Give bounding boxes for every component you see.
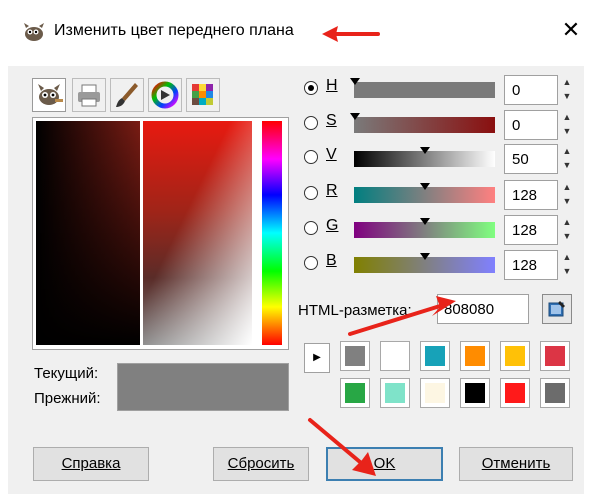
hue-strip[interactable]: [262, 121, 282, 345]
color-wheel-icon: [151, 81, 179, 109]
history-swatch-color: [385, 383, 405, 403]
channel-letter-v: V: [326, 146, 337, 163]
help-button-label: Справка: [61, 455, 121, 472]
history-swatch-color: [345, 383, 365, 403]
annotation-arrow-title: [322, 26, 380, 42]
slider-b[interactable]: [354, 253, 495, 273]
history-swatch-color: [385, 346, 405, 366]
spin-g[interactable]: 128: [504, 215, 558, 245]
help-button[interactable]: Справка: [33, 447, 149, 481]
history-swatch-color: [545, 383, 565, 403]
reset-button-label: Сбросить: [227, 455, 295, 472]
tab-palette[interactable]: [186, 78, 220, 112]
channel-letter-h: H: [326, 77, 338, 94]
tab-cmyk[interactable]: [72, 78, 106, 112]
history-swatch[interactable]: [460, 341, 490, 371]
history-swatch[interactable]: [500, 378, 530, 408]
history-swatch-color: [545, 346, 565, 366]
slider-s[interactable]: [350, 113, 495, 133]
history-swatch[interactable]: [500, 341, 530, 371]
spin-arrows-icon[interactable]: ▲ ▼: [560, 215, 574, 245]
tab-watercolor[interactable]: [110, 78, 144, 112]
history-swatch-color: [505, 383, 525, 403]
spin-arrows-icon[interactable]: ▲ ▼: [560, 250, 574, 280]
channel-letter-b: B: [326, 252, 337, 269]
spin-arrows-icon[interactable]: ▲ ▼: [560, 180, 574, 210]
slider-v[interactable]: [354, 147, 495, 167]
history-swatch[interactable]: [380, 378, 410, 408]
printer-icon: [78, 84, 100, 107]
channel-letter-g: G: [326, 217, 339, 234]
bottom-margin: [0, 494, 592, 501]
annotation-arrow-ok: [308, 418, 376, 476]
channel-letter-r: R: [326, 182, 338, 199]
history-swatch-color: [425, 346, 445, 366]
eyedropper-icon: [548, 301, 565, 317]
radio-s[interactable]: [304, 116, 318, 130]
history-swatch[interactable]: [540, 341, 570, 371]
slider-g[interactable]: [354, 218, 495, 238]
radio-h[interactable]: [304, 81, 318, 95]
history-swatch-color: [465, 346, 485, 366]
annotation-arrow-html: [348, 296, 456, 336]
gimp-icon: [24, 23, 44, 41]
color-compare-swatch: [117, 363, 289, 411]
history-swatch-color: [425, 383, 445, 403]
slider-knob[interactable]: [420, 147, 430, 154]
history-swatch[interactable]: [380, 341, 410, 371]
current-label: Текущий:: [34, 365, 99, 382]
slider-knob[interactable]: [420, 253, 430, 260]
slider-knob[interactable]: [420, 218, 430, 225]
window-title: Изменить цвет переднего плана: [54, 22, 294, 39]
history-swatch-color: [345, 346, 365, 366]
spin-r[interactable]: 128: [504, 180, 558, 210]
reset-button[interactable]: Сбросить: [213, 447, 309, 481]
cancel-button-label: Отменить: [481, 455, 551, 472]
slider-knob[interactable]: [350, 78, 360, 85]
history-swatch-color: [465, 383, 485, 403]
history-swatch[interactable]: [420, 341, 450, 371]
tab-color-wheel[interactable]: [148, 78, 182, 112]
paintbrush-icon: [116, 83, 138, 107]
spin-b[interactable]: 128: [504, 250, 558, 280]
history-swatch-color: [505, 346, 525, 366]
saturation-value-field[interactable]: [36, 121, 140, 345]
spin-arrows-icon[interactable]: ▲ ▼: [560, 110, 574, 140]
history-swatch[interactable]: [420, 378, 450, 408]
slider-h[interactable]: [350, 78, 495, 98]
radio-r[interactable]: [304, 186, 318, 200]
gimp-icon: [38, 84, 63, 105]
close-icon[interactable]: ✕: [560, 19, 582, 41]
radio-v[interactable]: [304, 150, 318, 164]
hue-saturation-highlight: [143, 121, 252, 345]
history-swatch[interactable]: [340, 341, 370, 371]
spin-arrows-icon[interactable]: ▲ ▼: [560, 144, 574, 174]
previous-label: Прежний:: [34, 390, 101, 407]
spin-v[interactable]: 50: [504, 144, 558, 174]
slider-knob[interactable]: [350, 113, 360, 120]
history-expand-button[interactable]: ▶: [304, 343, 330, 373]
spin-s[interactable]: 0: [504, 110, 558, 140]
cancel-button[interactable]: Отменить: [459, 447, 573, 481]
spin-arrows-icon[interactable]: ▲ ▼: [560, 75, 574, 105]
radio-g[interactable]: [304, 221, 318, 235]
channel-letter-s: S: [326, 112, 337, 129]
spin-h[interactable]: 0: [504, 75, 558, 105]
radio-b[interactable]: [304, 256, 318, 270]
history-swatch[interactable]: [340, 378, 370, 408]
eyedropper-button[interactable]: [542, 294, 572, 324]
history-swatch[interactable]: [540, 378, 570, 408]
tab-gimp-selector[interactable]: [32, 78, 66, 112]
slider-knob[interactable]: [420, 183, 430, 190]
slider-r[interactable]: [354, 183, 495, 203]
history-swatch[interactable]: [460, 378, 490, 408]
palette-icon: [192, 84, 213, 105]
